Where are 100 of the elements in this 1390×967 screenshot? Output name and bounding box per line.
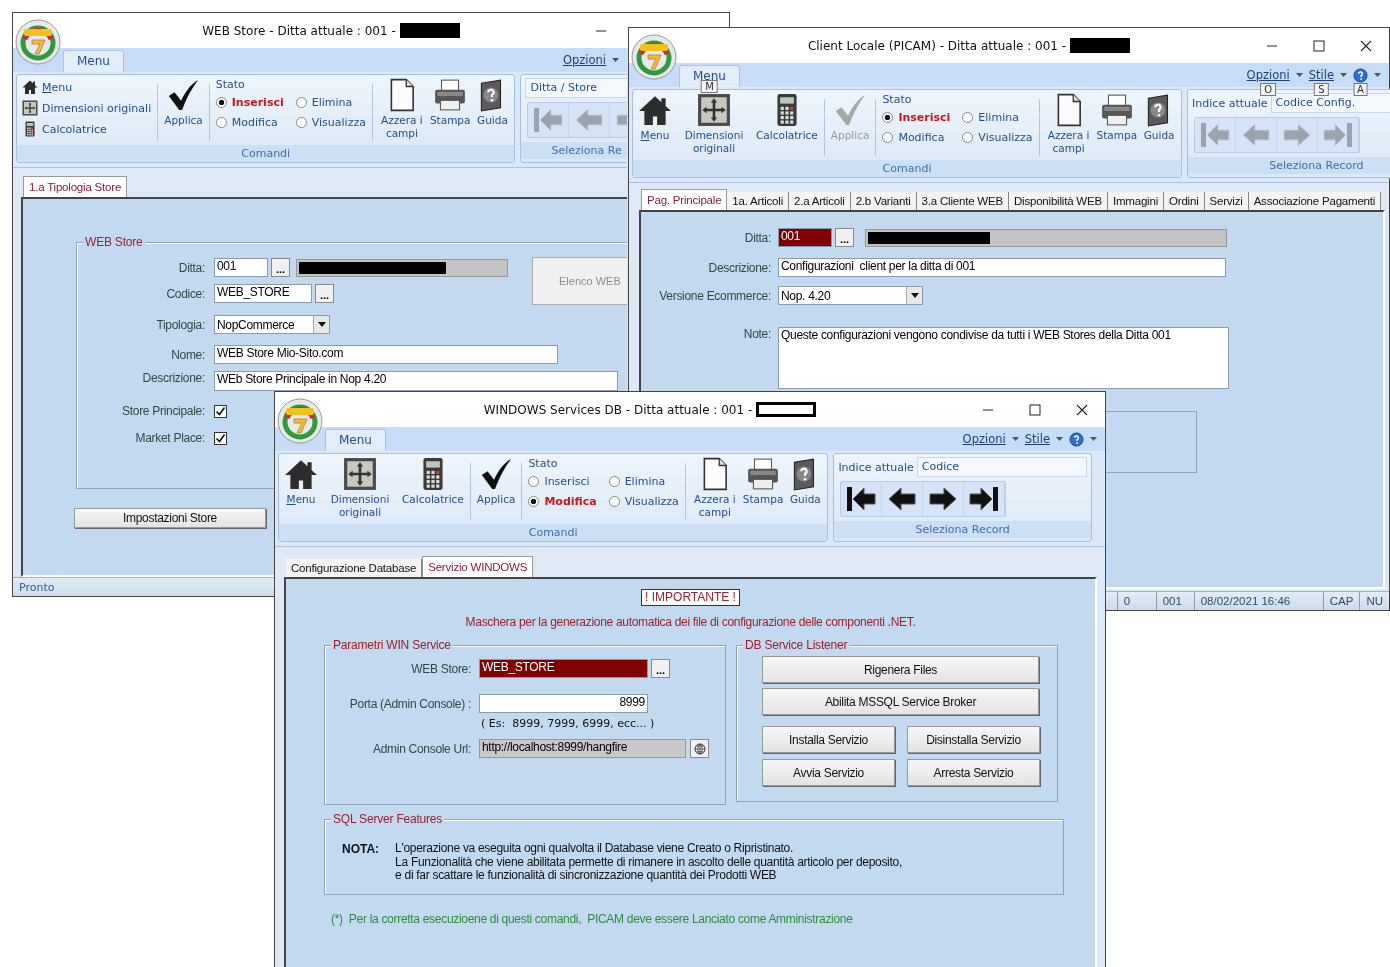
page-tab[interactable]: Ordini [1164,192,1205,210]
radio-button[interactable]: Inserisci [215,96,284,109]
ribbon-button[interactable]: Stampa [742,457,784,506]
radio-button[interactable]: Modifica [882,131,951,144]
menu-link[interactable]: Opzioni [1246,68,1290,82]
window-title: WINDOWS Services DB - Ditta attuale : 001 - [483,402,753,417]
page-tab[interactable]: Servizio WINDOWS [422,556,534,577]
ribbon-button[interactable]: Guida [788,457,823,506]
lookup-button[interactable]: ... [315,284,334,303]
page-tab[interactable]: 2.a Articoli [789,192,851,210]
action-button[interactable]: Rigenera Files [762,656,1039,683]
radio-button[interactable]: Elimina [608,475,679,488]
radio-button[interactable]: Modifica [528,495,597,508]
ribbon-button[interactable]: Stampa [1096,93,1138,142]
ribbon-item[interactable]: Calcolatrice [22,121,152,137]
action-button[interactable]: Abilita MSSQL Service Broker [762,688,1039,715]
text-field[interactable]: 001 [778,228,832,247]
page-tab[interactable]: Immagini [1107,192,1165,210]
status-cell: CAP [1322,592,1360,610]
radio-button[interactable]: Modifica [215,116,284,129]
ribbon-button[interactable]: Dimensioni originali [677,93,751,155]
radio-button[interactable]: Visualizza [608,495,679,508]
radio-button[interactable]: Visualizza [962,131,1033,144]
text-area[interactable]: Queste configurazioni vengono condivise da tutti i WEB Stores della Ditta 001 [778,327,1229,389]
dropdown[interactable]: NopCommerce [214,315,330,334]
ribbon-button[interactable]: Azzera i campi [691,457,738,519]
index-dropdown[interactable]: Codice [916,457,1087,477]
note-text: L'operazione va eseguita ogni qualvolta il Database viene Creato o Ripristinato. [395,842,794,856]
url-field[interactable]: http://localhost:8999/hangfire [479,739,686,758]
group-label: Seleziona Record [1188,157,1390,174]
text-area[interactable]: WEb Store Principale in Nop 4.20 [214,371,618,391]
field-label: Admin Console Url: [372,741,472,756]
field-label: Descrizione: [141,371,206,385]
lookup-button[interactable]: ... [271,258,290,277]
keytip: M [701,80,718,93]
menu-link[interactable]: Stile [1024,432,1050,446]
group-label: Comandi [17,145,515,162]
note-text: e di far scattare le funzionalità di sincronizzazione quantità dei Prodotti WEB [395,869,777,883]
index-dropdown[interactable]: Codice Config. [1270,93,1390,113]
dropdown[interactable]: Nop. 4.20 [778,286,923,305]
ribbon-button[interactable]: Dimensioni originali [323,457,397,519]
radio-button[interactable]: Elimina [295,96,366,109]
menu-link[interactable]: Opzioni [562,53,606,67]
page-tab[interactable]: 3.a Cliente WEB [916,192,1009,210]
field-label: Codice: [165,286,206,301]
text-field[interactable]: WEB_STORE [214,284,312,303]
keytip: S [1314,83,1329,96]
settings-button[interactable]: Impostazioni Store [74,508,266,528]
window-title: WEB Store - Ditta attuale : 001 - [202,23,396,38]
radio-button[interactable]: Visualizza [295,116,366,129]
ribbon-button[interactable]: Calcolatrice [402,457,464,506]
page-tab[interactable]: Servizi [1204,192,1249,210]
action-button[interactable]: Installa Servizio [762,726,895,753]
page-tab[interactable]: Pag. Principale [641,189,728,210]
text-field[interactable]: 8999 [479,694,648,713]
text-field[interactable]: WEB Store Mio-Sito.com [214,345,558,364]
menu-link[interactable]: Stile [1308,68,1334,82]
group-title: DB Service Listener [743,638,850,652]
status-cell: NU [1359,592,1385,610]
ribbon-button[interactable]: Azzera i campi [378,78,425,140]
apply-button[interactable]: Applica [476,457,516,506]
action-button[interactable]: Arresta Servizio [907,759,1040,786]
field-label: Nome: [170,347,206,362]
index-dropdown[interactable]: Ditta / Store [525,78,627,98]
menu-link[interactable]: Opzioni [962,432,1006,446]
radio-button[interactable]: Elimina [962,111,1033,124]
field-label: Ditta: [743,230,772,245]
group-label: Comandi [633,160,1182,177]
ribbon-button[interactable]: Calcolatrice [756,93,818,142]
ribbon-button[interactable]: Guida [475,78,510,127]
field-label: Descrizione: [707,260,772,275]
ribbon-button[interactable]: Menu [638,93,672,142]
page-tab[interactable]: Disponibilità WEB [1008,192,1108,210]
lookup-button[interactable]: ... [835,228,854,247]
text-field[interactable]: Configurazioni client per la ditta di 001 [778,258,1226,277]
action-button[interactable]: Avvia Servizio [762,759,895,786]
action-button[interactable]: Disinstalla Servizio [907,726,1040,753]
text-field[interactable]: WEB_STORE [479,659,648,678]
page-tab[interactable]: Associazione Pagamenti [1248,192,1382,210]
page-tab[interactable]: 1.a Tipologia Store [23,176,128,197]
page-tab[interactable]: 2.b Varianti [850,192,917,210]
field-label: Porta (Admin Console) : [348,696,472,711]
menu-tab[interactable]: Menu [325,429,386,451]
ribbon-item[interactable]: Dimensioni originali [22,100,152,116]
group-title: WEB Store [83,235,145,249]
radio-button[interactable]: Inserisci [528,475,597,488]
apply-button[interactable]: Applica [164,78,203,127]
note-label: NOTA: [342,842,380,858]
lookup-button[interactable]: ... [651,659,670,678]
field-label: Store Principale: [121,404,206,418]
ribbon-button[interactable]: Menu [284,457,318,506]
ribbon-button[interactable]: Guida [1142,93,1177,142]
menu-tab[interactable]: Menu [63,50,124,72]
ribbon-item[interactable]: Menu [22,79,152,95]
page-tab[interactable]: Configurazione Database [286,559,423,577]
page-tab[interactable]: 1a. Articoli [727,192,789,210]
ribbon-button[interactable]: Azzera i campi [1045,93,1092,155]
ribbon-button[interactable]: Stampa [429,78,471,127]
radio-button[interactable]: Inserisci [882,111,951,124]
text-field[interactable]: 001 [214,258,268,277]
